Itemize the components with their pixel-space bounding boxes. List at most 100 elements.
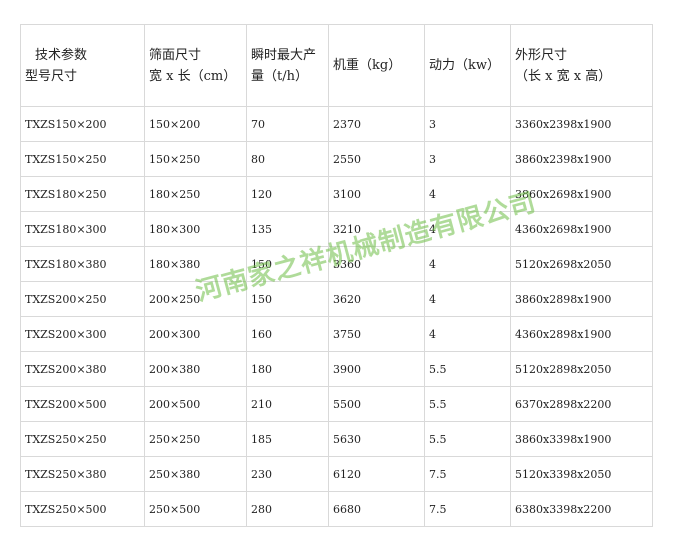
cell-screen-size: 200×300 — [144, 316, 247, 352]
cell-capacity: 160 — [246, 316, 329, 352]
cell-model: TXZS200×250 — [20, 281, 145, 317]
cell-capacity: 120 — [246, 176, 329, 212]
cell-power: 5.5 — [424, 386, 511, 422]
cell-model: TXZS150×250 — [20, 141, 145, 177]
cell-screen-size: 150×200 — [144, 106, 247, 142]
table-row: TXZS200×250 200×250 150 3620 4 3860x2898x1900 — [20, 281, 653, 317]
cell-power: 5.5 — [424, 421, 511, 457]
cell-screen-size: 200×380 — [144, 351, 247, 387]
cell-dimensions: 4360x2898x1900 — [510, 316, 653, 352]
cell-weight: 3900 — [328, 351, 425, 387]
cell-capacity: 210 — [246, 386, 329, 422]
cell-screen-size: 180×300 — [144, 211, 247, 247]
cell-weight: 2550 — [328, 141, 425, 177]
header-model: 技术参数 型号尺寸 — [20, 24, 145, 107]
cell-power: 4 — [424, 211, 511, 247]
cell-capacity: 185 — [246, 421, 329, 457]
cell-power: 4 — [424, 281, 511, 317]
cell-model: TXZS150×200 — [20, 106, 145, 142]
header-weight: 机重（kg） — [328, 24, 425, 107]
cell-model: TXZS200×500 — [20, 386, 145, 422]
cell-model: TXZS200×300 — [20, 316, 145, 352]
cell-dimensions: 3860x2698x1900 — [510, 176, 653, 212]
cell-screen-size: 180×380 — [144, 246, 247, 282]
cell-capacity: 150 — [246, 281, 329, 317]
cell-power: 4 — [424, 176, 511, 212]
cell-screen-size: 200×500 — [144, 386, 247, 422]
cell-weight: 6120 — [328, 456, 425, 492]
cell-screen-size: 250×380 — [144, 456, 247, 492]
cell-screen-size: 150×250 — [144, 141, 247, 177]
header-row: 技术参数 型号尺寸 筛面尺寸 宽 x 长（cm） 瞬时最大产 量（t/h） 机重… — [20, 24, 653, 107]
cell-capacity: 280 — [246, 491, 329, 527]
cell-weight: 3620 — [328, 281, 425, 317]
header-capacity: 瞬时最大产 量（t/h） — [246, 24, 329, 107]
cell-screen-size: 250×250 — [144, 421, 247, 457]
header-screen-line2: 宽 x 长（cm） — [149, 68, 237, 84]
cell-capacity: 150 — [246, 246, 329, 282]
cell-model: TXZS180×250 — [20, 176, 145, 212]
header-capacity-line1: 瞬时最大产 — [251, 47, 317, 63]
cell-weight: 6680 — [328, 491, 425, 527]
header-weight-label: 机重（kg） — [333, 58, 402, 73]
cell-weight: 3100 — [328, 176, 425, 212]
table-row: TXZS250×500 250×500 280 6680 7.5 6380x3398x22… — [20, 491, 653, 527]
header-model-line1: 技术参数 — [35, 47, 88, 63]
header-capacity-line2: 量（t/h） — [251, 68, 308, 84]
cell-power: 4 — [424, 246, 511, 282]
table-row: TXZS200×380 200×380 180 3900 5.5 5120x2898x20… — [20, 351, 653, 387]
header-screen-line1: 筛面尺寸 — [149, 47, 202, 63]
cell-power: 7.5 — [424, 456, 511, 492]
cell-capacity: 70 — [246, 106, 329, 142]
cell-weight: 3360 — [328, 246, 425, 282]
cell-dimensions: 4360x2698x1900 — [510, 211, 653, 247]
cell-weight: 5500 — [328, 386, 425, 422]
cell-weight: 5630 — [328, 421, 425, 457]
cell-weight: 3210 — [328, 211, 425, 247]
cell-dimensions: 3860x3398x1900 — [510, 421, 653, 457]
cell-capacity: 135 — [246, 211, 329, 247]
cell-model: TXZS180×300 — [20, 211, 145, 247]
header-power-label: 动力（kw） — [429, 58, 501, 73]
cell-dimensions: 3860x2398x1900 — [510, 141, 653, 177]
cell-dimensions: 6370x2898x2200 — [510, 386, 653, 422]
table-row: TXZS180×250 180×250 120 3100 4 3860x2698x1900 — [20, 176, 653, 212]
cell-power: 3 — [424, 106, 511, 142]
table-row: TXZS200×300 200×300 160 3750 4 4360x2898x1900 — [20, 316, 653, 352]
header-model-line2: 型号尺寸 — [25, 68, 78, 84]
cell-power: 4 — [424, 316, 511, 352]
spec-table: 技术参数 型号尺寸 筛面尺寸 宽 x 长（cm） 瞬时最大产 量（t/h） 机重… — [20, 24, 653, 527]
header-dimensions-line1: 外形尺寸 — [515, 47, 568, 63]
cell-dimensions: 3860x2898x1900 — [510, 281, 653, 317]
cell-power: 5.5 — [424, 351, 511, 387]
header-dimensions-line2: （长 x 宽 x 高） — [515, 68, 612, 84]
cell-dimensions: 6380x3398x2200 — [510, 491, 653, 527]
cell-dimensions: 5120x2898x2050 — [510, 351, 653, 387]
spec-table-body: 技术参数 型号尺寸 筛面尺寸 宽 x 长（cm） 瞬时最大产 量（t/h） 机重… — [20, 24, 653, 527]
cell-power: 3 — [424, 141, 511, 177]
cell-power: 7.5 — [424, 491, 511, 527]
table-row: TXZS200×500 200×500 210 5500 5.5 6370x2898x22… — [20, 386, 653, 422]
cell-model: TXZS250×500 — [20, 491, 145, 527]
table-row: TXZS180×300 180×300 135 3210 4 4360x2698x1900 — [20, 211, 653, 247]
table-row: TXZS150×200 150×200 70 2370 3 3360x2398x1900 — [20, 106, 653, 142]
cell-screen-size: 180×250 — [144, 176, 247, 212]
cell-model: TXZS250×250 — [20, 421, 145, 457]
cell-screen-size: 200×250 — [144, 281, 247, 317]
cell-dimensions: 5120x2698x2050 — [510, 246, 653, 282]
header-dimensions: 外形尺寸 （长 x 宽 x 高） — [510, 24, 653, 107]
header-screen-size: 筛面尺寸 宽 x 长（cm） — [144, 24, 247, 107]
cell-model: TXZS250×380 — [20, 456, 145, 492]
cell-model: TXZS180×380 — [20, 246, 145, 282]
header-power: 动力（kw） — [424, 24, 511, 107]
table-row: TXZS250×250 250×250 185 5630 5.5 3860x3398x19… — [20, 421, 653, 457]
table-row: TXZS250×380 250×380 230 6120 7.5 5120x3398x20… — [20, 456, 653, 492]
cell-capacity: 230 — [246, 456, 329, 492]
cell-capacity: 80 — [246, 141, 329, 177]
table-row: TXZS150×250 150×250 80 2550 3 3860x2398x1900 — [20, 141, 653, 177]
cell-screen-size: 250×500 — [144, 491, 247, 527]
cell-weight: 3750 — [328, 316, 425, 352]
cell-weight: 2370 — [328, 106, 425, 142]
cell-capacity: 180 — [246, 351, 329, 387]
cell-dimensions: 5120x3398x2050 — [510, 456, 653, 492]
